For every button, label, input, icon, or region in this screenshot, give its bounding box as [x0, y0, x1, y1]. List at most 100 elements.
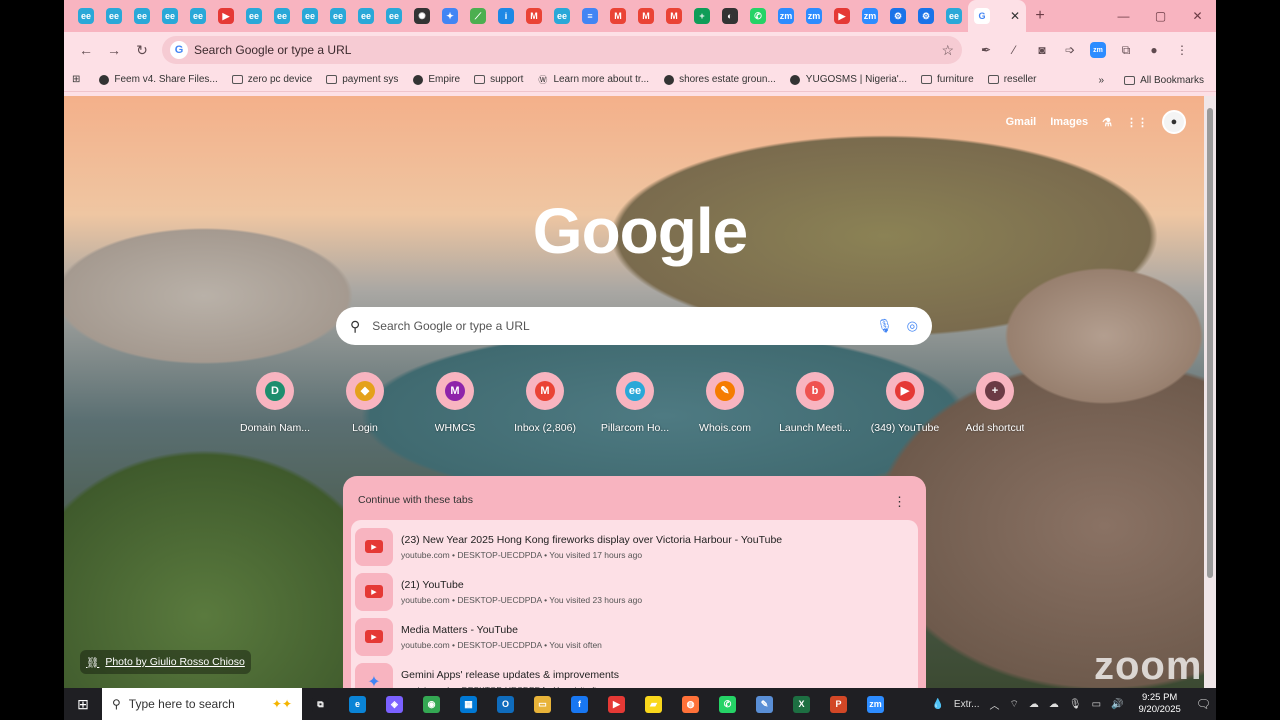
- browser-tab[interactable]: M: [660, 0, 688, 32]
- browser-tab[interactable]: ✦: [436, 0, 464, 32]
- browser-tab[interactable]: ee: [940, 0, 968, 32]
- taskbar-app[interactable]: ▦: [450, 688, 487, 720]
- bookmark-item[interactable]: payment sys: [326, 74, 398, 85]
- maximize-button[interactable]: ▢: [1142, 0, 1179, 32]
- highlighter-extension-icon[interactable]: ⁄: [1000, 36, 1028, 64]
- zoom-extension-icon[interactable]: zm: [1084, 36, 1112, 64]
- shortcut-tile[interactable]: M WHMCS: [410, 372, 500, 434]
- browser-tab[interactable]: ee: [296, 0, 324, 32]
- camera-extension-icon[interactable]: ◙: [1028, 36, 1056, 64]
- tab-close-icon[interactable]: ✕: [1010, 9, 1020, 23]
- scrollbar-thumb[interactable]: [1207, 108, 1213, 578]
- chrome-menu-icon[interactable]: ⋮: [1168, 36, 1196, 64]
- browser-tab[interactable]: ⚙: [912, 0, 940, 32]
- browser-tab[interactable]: ✺: [408, 0, 436, 32]
- taskbar-app[interactable]: P: [820, 688, 857, 720]
- shortcut-tile[interactable]: M Inbox (2,806): [500, 372, 590, 434]
- taskbar-app[interactable]: e: [339, 688, 376, 720]
- taskbar-app[interactable]: ⧉: [302, 688, 339, 720]
- browser-tab[interactable]: ⟋: [464, 0, 492, 32]
- bookmark-star-icon[interactable]: ☆: [941, 42, 954, 59]
- taskbar-app[interactable]: ◉: [413, 688, 450, 720]
- browser-tab[interactable]: ≡: [576, 0, 604, 32]
- browser-tab[interactable]: ✆: [744, 0, 772, 32]
- arrow-extension-icon[interactable]: ➩: [1056, 36, 1084, 64]
- microphone-icon[interactable]: 🎙: [876, 318, 893, 334]
- start-button[interactable]: ⊞: [64, 688, 102, 720]
- extensions-puzzle-icon[interactable]: ⧉: [1112, 36, 1140, 64]
- weather-icon[interactable]: 💧: [931, 699, 943, 710]
- forward-button[interactable]: →: [100, 36, 128, 64]
- taskbar-app[interactable]: ✆: [709, 688, 746, 720]
- taskbar-app[interactable]: zm: [857, 688, 894, 720]
- shortcut-tile[interactable]: ◆ Login: [320, 372, 410, 434]
- browser-tab[interactable]: ee: [352, 0, 380, 32]
- browser-tab[interactable]: +: [688, 0, 716, 32]
- bookmark-item[interactable]: reseller: [987, 74, 1036, 85]
- bookmark-item[interactable]: furniture: [921, 74, 974, 85]
- continue-tab-row[interactable]: ✦ Gemini Apps' release updates & improvem…: [355, 659, 914, 688]
- browser-tab[interactable]: ee: [548, 0, 576, 32]
- profile-avatar-icon[interactable]: ●: [1140, 36, 1168, 64]
- google-lens-icon[interactable]: ◎: [907, 318, 918, 334]
- minimize-button[interactable]: —: [1105, 0, 1142, 32]
- browser-tab[interactable]: M: [604, 0, 632, 32]
- pen-extension-icon[interactable]: ✒: [972, 36, 1000, 64]
- browser-tab[interactable]: ee: [268, 0, 296, 32]
- browser-tab[interactable]: i: [492, 0, 520, 32]
- more-options-icon[interactable]: ⋮: [893, 494, 906, 510]
- apps-grid-icon[interactable]: ⊞: [72, 74, 80, 85]
- shortcut-tile[interactable]: + Add shortcut: [950, 372, 1040, 434]
- browser-tab[interactable]: ee: [240, 0, 268, 32]
- bookmark-item[interactable]: YUGOSMS | Nigeria'...: [790, 74, 907, 85]
- active-tab[interactable]: G ✕: [968, 0, 1026, 32]
- continue-tab-row[interactable]: ▶ (23) New Year 2025 Hong Kong fireworks …: [355, 524, 914, 569]
- new-tab-button[interactable]: +: [1026, 0, 1054, 32]
- taskbar-search[interactable]: ⚲ Type here to search ✦✦: [102, 688, 302, 720]
- gmail-link[interactable]: Gmail: [1006, 116, 1037, 128]
- taskbar-app[interactable]: ◍: [672, 688, 709, 720]
- cloud-icon[interactable]: ☁: [1029, 699, 1039, 710]
- browser-tab[interactable]: ee: [156, 0, 184, 32]
- browser-tab[interactable]: ⚙: [884, 0, 912, 32]
- taskbar-app[interactable]: ▶: [598, 688, 635, 720]
- shortcut-tile[interactable]: ee Pillarcom Ho...: [590, 372, 680, 434]
- all-bookmarks[interactable]: » All Bookmarks: [1099, 68, 1204, 92]
- microphone-icon[interactable]: 🎙: [1069, 699, 1082, 710]
- onedrive-icon[interactable]: ☁: [1049, 699, 1059, 710]
- clock[interactable]: 9:25 PM 9/20/2025: [1139, 692, 1181, 716]
- bookmark-item[interactable]: shores estate groun...: [663, 74, 776, 85]
- continue-tab-row[interactable]: ▶ (21) YouTube youtube.com • DESKTOP-UECDP…: [355, 569, 914, 614]
- bookmark-item[interactable]: support: [474, 74, 523, 85]
- back-button[interactable]: ←: [72, 36, 100, 64]
- browser-tab[interactable]: zm: [772, 0, 800, 32]
- shortcut-tile[interactable]: ▶ (349) YouTube: [860, 372, 950, 434]
- page-scrollbar[interactable]: [1204, 96, 1216, 688]
- shortcut-tile[interactable]: ✎ Whois.com: [680, 372, 770, 434]
- taskbar-app[interactable]: ✎: [746, 688, 783, 720]
- labs-flask-icon[interactable]: ⚗: [1102, 116, 1112, 129]
- google-apps-grid-icon[interactable]: ⋮⋮: [1126, 116, 1148, 129]
- bookmark-item[interactable]: Feem v4. Share Files...: [98, 74, 218, 85]
- browser-tab[interactable]: zm: [800, 0, 828, 32]
- close-button[interactable]: ✕: [1179, 0, 1216, 32]
- taskbar-app[interactable]: ◈: [376, 688, 413, 720]
- bookmark-item[interactable]: Ⓦ Learn more about tr...: [537, 74, 649, 85]
- taskbar-app[interactable]: f: [561, 688, 598, 720]
- weather-label[interactable]: Extr...: [954, 699, 980, 710]
- browser-tab[interactable]: ee: [72, 0, 100, 32]
- browser-tab[interactable]: ee: [100, 0, 128, 32]
- taskbar-app[interactable]: O: [487, 688, 524, 720]
- network-icon[interactable]: ⌔: [1009, 698, 1018, 711]
- browser-tab[interactable]: ▶: [828, 0, 856, 32]
- images-link[interactable]: Images: [1050, 116, 1088, 128]
- chevron-up-icon[interactable]: ︿: [989, 697, 999, 712]
- browser-tab[interactable]: ee: [184, 0, 212, 32]
- shortcut-tile[interactable]: b Launch Meeti...: [770, 372, 860, 434]
- volume-icon[interactable]: 🔊: [1111, 699, 1123, 710]
- taskbar-app[interactable]: ▭: [524, 688, 561, 720]
- continue-tab-row[interactable]: ▶ Media Matters - YouTube youtube.com • DE…: [355, 614, 914, 659]
- bookmark-item[interactable]: Empire: [412, 74, 460, 85]
- browser-tab[interactable]: M: [632, 0, 660, 32]
- photo-credit-link[interactable]: ⛓ Photo by Giulio Rosso Chioso: [80, 650, 251, 674]
